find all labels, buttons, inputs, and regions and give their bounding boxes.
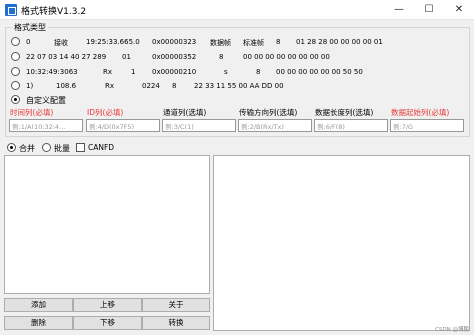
row0-cell: 19:25:33.665.0 (86, 38, 140, 46)
row1-cell: 22 07 03 14 40 27 289 (26, 53, 107, 61)
row2-cell: 8 (256, 68, 261, 76)
app-icon (5, 4, 17, 16)
row1-cell: 8 (219, 53, 224, 61)
channel-column-placeholder: 例:3/C(1) (165, 123, 194, 131)
row1-cell: 01 (122, 53, 131, 61)
row3-cell: Rx (105, 82, 115, 90)
format-radio-2[interactable] (11, 67, 20, 76)
add-button[interactable]: 添加 (4, 298, 73, 312)
file-list-pane[interactable] (4, 155, 210, 294)
watermark-text: CSDN @博鹏 (435, 327, 469, 333)
data-length-column-input[interactable]: 例:6/F(8) (314, 119, 388, 132)
canfd-label: CANFD (88, 143, 115, 152)
about-button[interactable]: 关于 (142, 298, 210, 312)
batch-label: 批量 (54, 144, 70, 153)
data-start-column-placeholder: 例:7/G (393, 123, 414, 131)
channel-column-input[interactable]: 例:3/C(1) (162, 119, 236, 132)
row0-cell: 01 28 28 00 00 00 00 01 (296, 38, 383, 46)
close-button[interactable]: ✕ (444, 0, 474, 20)
maximize-button[interactable]: ☐ (414, 0, 444, 20)
data-length-column-placeholder: 例:6/F(8) (317, 123, 345, 131)
custom-config-label: 自定义配置 (26, 96, 66, 105)
batch-radio[interactable] (42, 143, 51, 152)
row2-cell: 00 00 00 00 00 00 50 50 (276, 68, 363, 76)
row2-cell: Rx (103, 68, 113, 76)
row2-cell: s (224, 68, 228, 76)
move-up-button[interactable]: 上移 (73, 298, 142, 312)
window-title: 格式转换V1.3.2 (21, 7, 87, 17)
direction-column-input[interactable]: 例:2/B(Rx/Tx) (238, 119, 312, 132)
direction-column-label: 传输方向列(选填) (239, 108, 298, 117)
canfd-checkbox[interactable] (76, 143, 85, 152)
minimize-button[interactable]: — (384, 0, 414, 20)
data-start-column-label: 数据起始列(必填) (391, 108, 450, 117)
row3-cell: 108.6 (56, 82, 77, 90)
convert-button[interactable]: 转换 (142, 316, 210, 330)
format-radio-0[interactable] (11, 37, 20, 46)
row3-cell: 22 33 11 55 00 AA DD 00 (194, 82, 284, 90)
format-type-group-title: 格式类型 (12, 22, 48, 33)
row2-cell: 0x00000210 (152, 68, 197, 76)
channel-column-label: 通道列(选填) (163, 108, 207, 117)
row1-cell: 0x00000352 (152, 53, 197, 61)
row0-cell: 数据帧 (210, 39, 231, 47)
row3-cell: 8 (172, 82, 177, 90)
row0-cell: 标准帧 (243, 39, 264, 47)
row1-cell: 00 00 00 00 00 00 00 00 (243, 53, 330, 61)
row0-cell: 接收 (54, 39, 68, 47)
data-length-column-label: 数据长度列(选填) (315, 108, 374, 117)
move-down-button[interactable]: 下移 (73, 316, 142, 330)
id-column-placeholder: 例:4/D(0x7F5) (89, 123, 135, 131)
row3-cell: 1) (26, 82, 34, 90)
time-column-input[interactable]: 例:1/A(10:32:4… (9, 119, 83, 132)
format-radio-3[interactable] (11, 81, 20, 90)
row0-cell: 0 (26, 38, 31, 46)
format-radio-1[interactable] (11, 52, 20, 61)
row3-cell: 0224 (142, 82, 160, 90)
time-column-placeholder: 例:1/A(10:32:4… (12, 123, 66, 131)
row0-cell: 0x00000323 (152, 38, 197, 46)
id-column-input[interactable]: 例:4/D(0x7F5) (86, 119, 160, 132)
row0-cell: 8 (276, 38, 281, 46)
row2-cell: 10:32:49:3063 (26, 68, 78, 76)
data-start-column-input[interactable]: 例:7/G (390, 119, 464, 132)
output-pane[interactable] (213, 155, 470, 331)
time-column-label: 时间列(必填) (10, 108, 54, 117)
merge-radio[interactable] (7, 143, 16, 152)
id-column-label: ID列(必填) (87, 108, 124, 117)
merge-label: 合并 (19, 144, 35, 153)
custom-config-radio[interactable] (11, 95, 20, 104)
row2-cell: 1 (131, 68, 136, 76)
delete-button[interactable]: 删除 (4, 316, 73, 330)
direction-column-placeholder: 例:2/B(Rx/Tx) (241, 123, 284, 131)
